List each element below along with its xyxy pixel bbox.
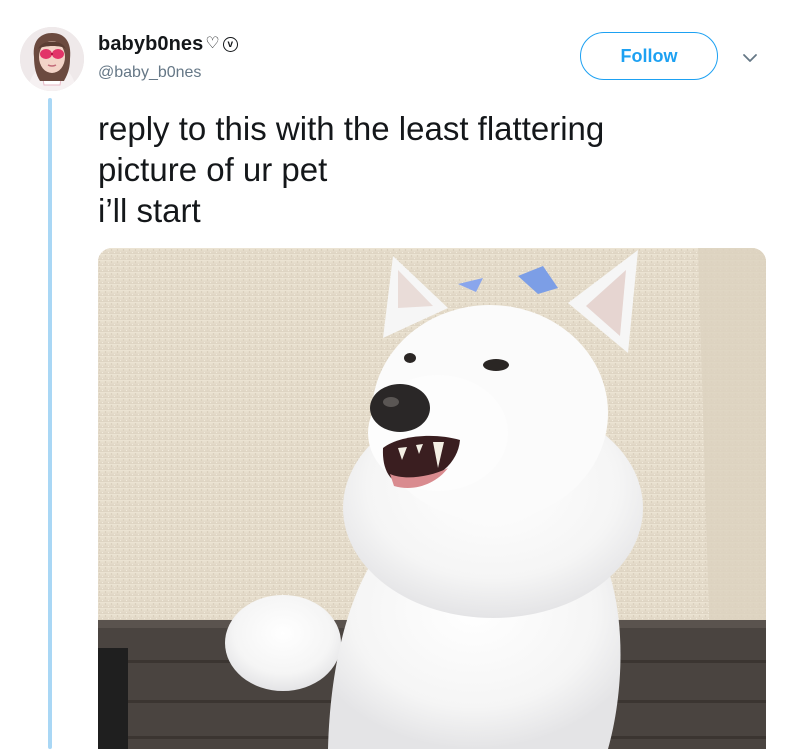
- user-info: babyb0nes ♡ v @baby_b0nes: [98, 31, 238, 82]
- avatar[interactable]: [20, 27, 84, 91]
- tweet-text-line: i’ll start: [98, 192, 201, 229]
- tweet-text-line: picture of ur pet: [98, 151, 328, 188]
- display-name[interactable]: babyb0nes: [98, 33, 203, 56]
- tweet-text-line: reply to this with the least flattering: [98, 110, 605, 147]
- thread-line: [48, 98, 52, 749]
- chevron-down-icon[interactable]: [738, 48, 762, 68]
- user-handle[interactable]: @baby_b0nes: [98, 64, 238, 82]
- display-name-row: babyb0nes ♡ v: [98, 31, 238, 57]
- tweet-text: reply to this with the least flattering …: [98, 108, 738, 231]
- heart-icon: ♡: [205, 35, 220, 52]
- follow-button[interactable]: Follow: [580, 32, 718, 80]
- circled-v-icon: v: [222, 36, 238, 52]
- tweet-photo[interactable]: [98, 248, 766, 749]
